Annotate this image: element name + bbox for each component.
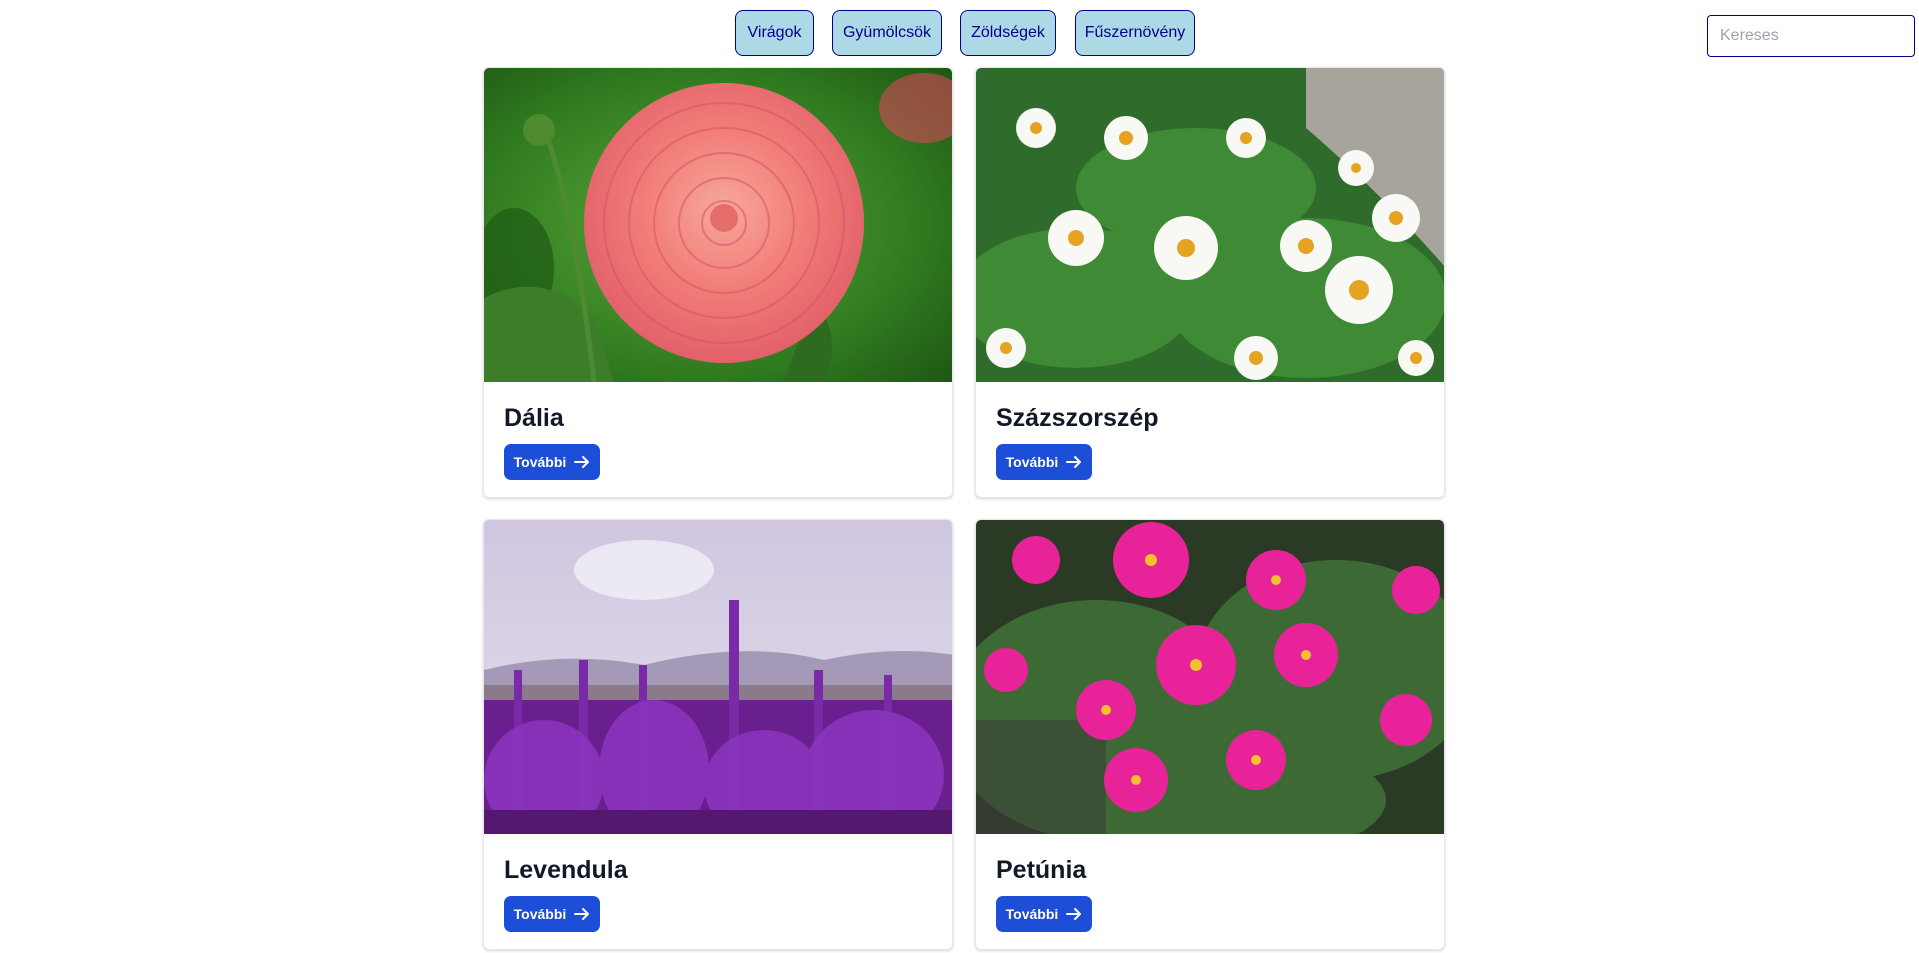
- more-button-label: További: [1005, 454, 1059, 470]
- nav-fuszernoveny-button[interactable]: Fűszernövény: [1075, 10, 1195, 56]
- arrow-right-icon: [574, 908, 590, 920]
- card-dalia: Dália További: [483, 67, 953, 498]
- nav-zoldsegek-button[interactable]: Zöldségek: [960, 10, 1056, 56]
- card-title: Petúnia: [996, 856, 1087, 884]
- card-title: Százszorszép: [996, 404, 1159, 432]
- arrow-right-icon: [1066, 908, 1082, 920]
- arrow-right-icon: [574, 456, 590, 468]
- more-button-label: További: [1005, 906, 1059, 922]
- search-input[interactable]: [1707, 15, 1915, 57]
- category-nav: Virágok Gyümölcsök Zöldségek Fűszernövén…: [0, 10, 1919, 56]
- card-title: Dália: [504, 404, 564, 432]
- more-button-label: További: [513, 454, 567, 470]
- card-szazszorszep: Százszorszép További: [975, 67, 1445, 498]
- nav-gyumolcsok-button[interactable]: Gyümölcsök: [832, 10, 942, 56]
- more-button[interactable]: További: [504, 896, 600, 932]
- card-petunia: Petúnia További: [975, 519, 1445, 950]
- card-title: Levendula: [504, 856, 628, 884]
- arrow-right-icon: [1066, 456, 1082, 468]
- nav-viragok-button[interactable]: Virágok: [735, 10, 814, 56]
- more-button[interactable]: További: [504, 444, 600, 480]
- daisy-photo: [976, 68, 1444, 382]
- more-button-label: További: [513, 906, 567, 922]
- lavender-photo: [484, 520, 952, 834]
- more-button[interactable]: További: [996, 444, 1092, 480]
- more-button[interactable]: További: [996, 896, 1092, 932]
- petunia-photo: [976, 520, 1444, 834]
- card-levendula: Levendula További: [483, 519, 953, 950]
- dahlia-photo: [484, 68, 952, 382]
